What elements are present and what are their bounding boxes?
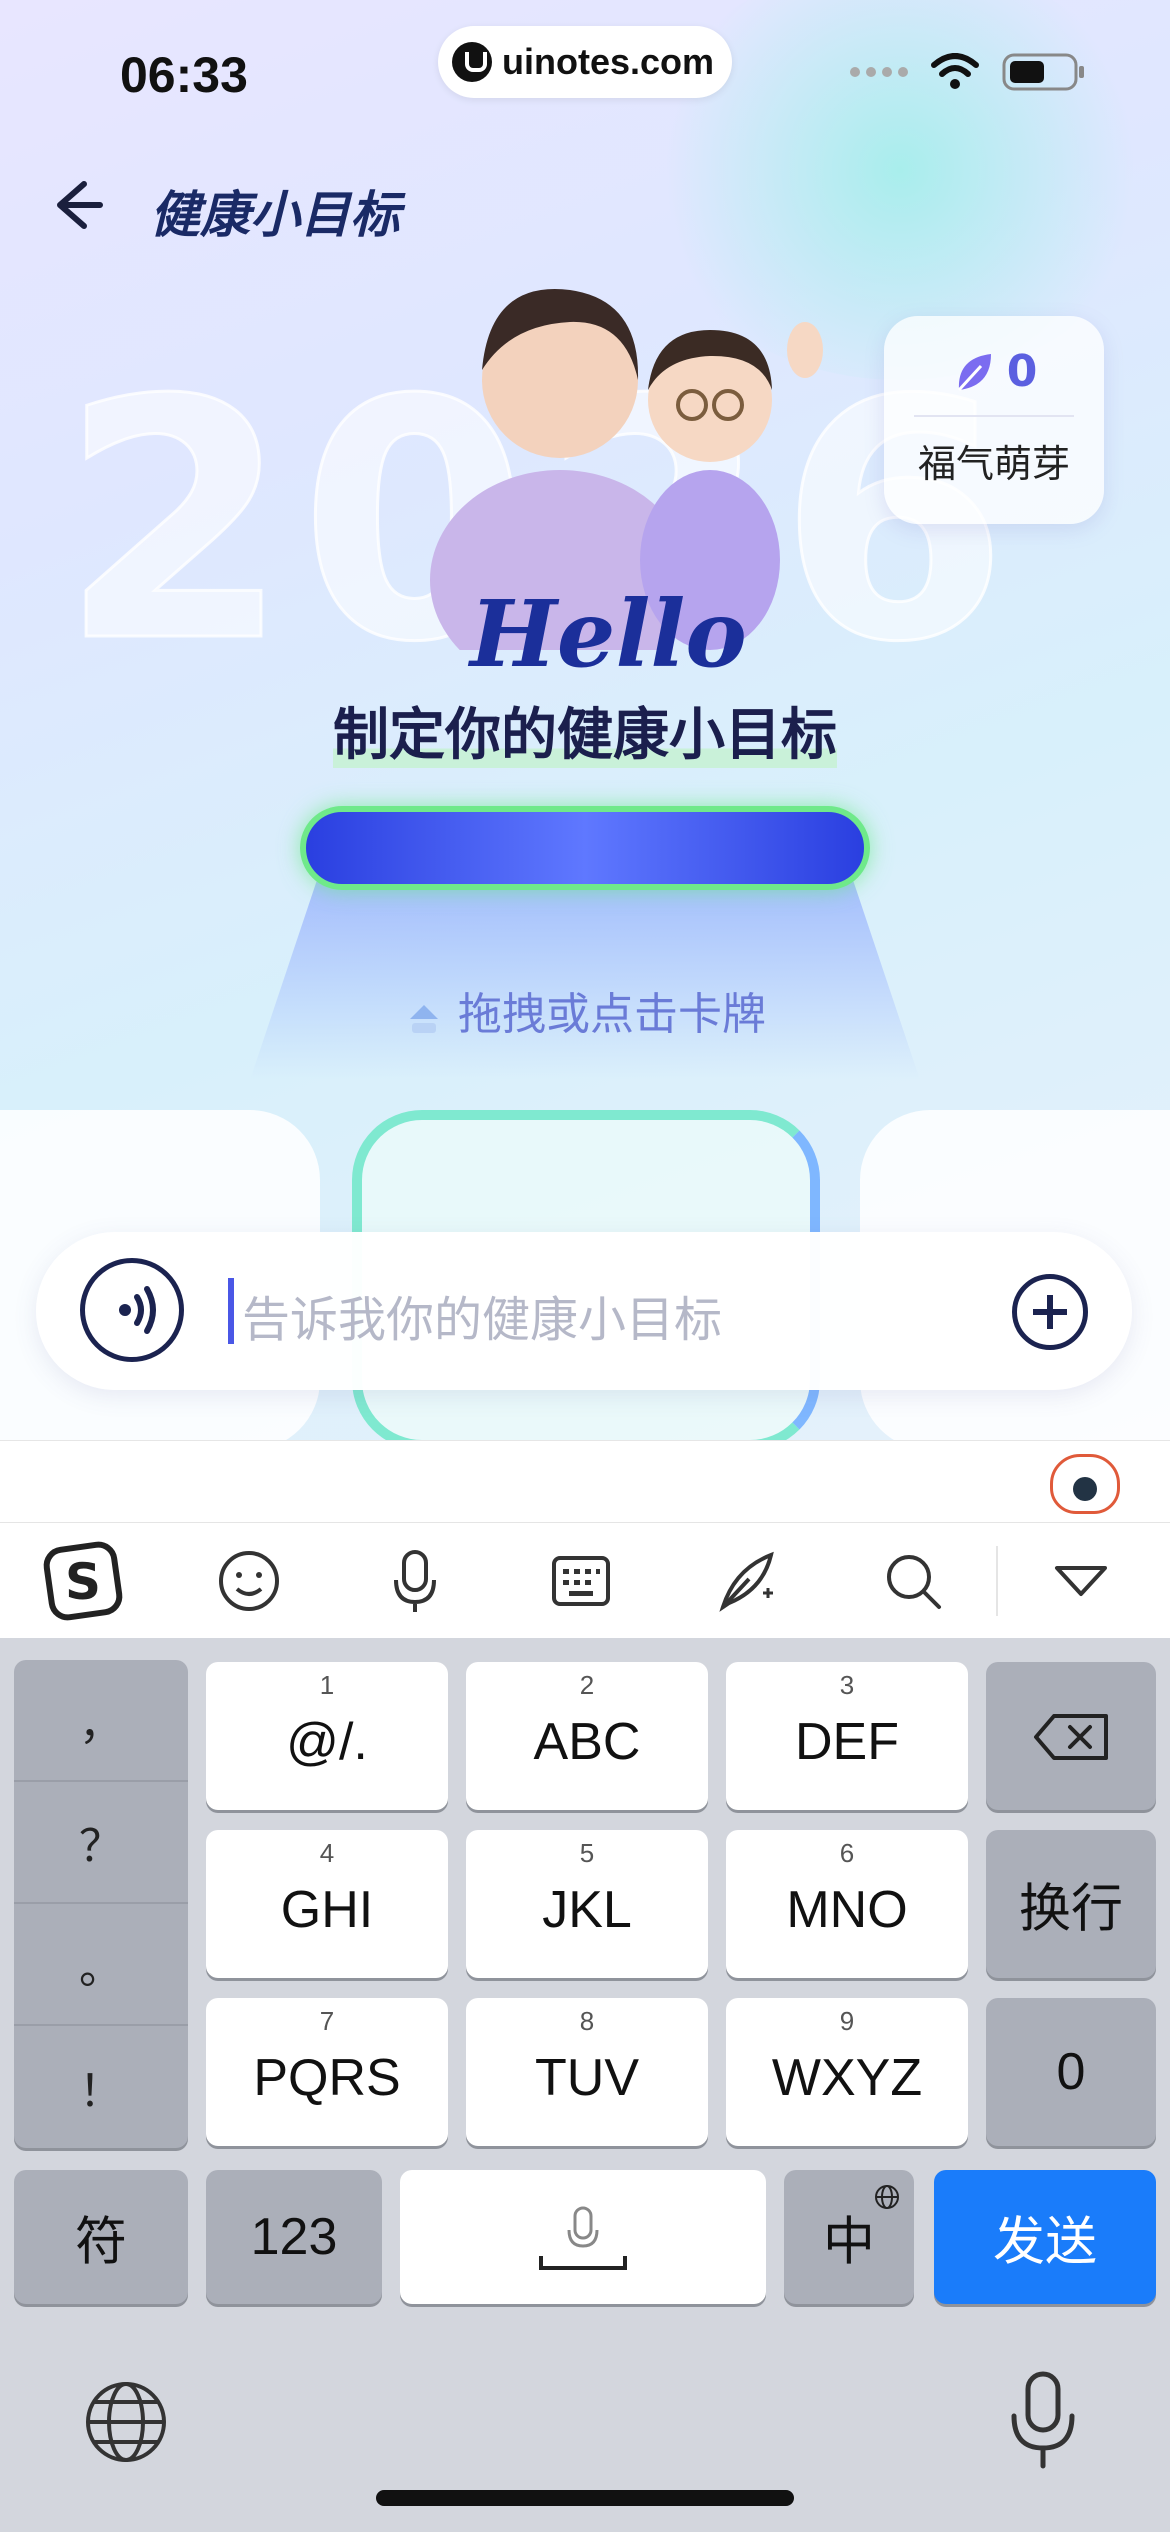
key-number: 1 [319,1670,335,1700]
globe-icon[interactable] [84,2380,168,2464]
fortune-count: 0 [1006,346,1038,397]
send-label: 发送 [992,2213,1097,2272]
hero-subtitle-text: 制定你的健康小目标 [333,703,837,768]
signal-icon [850,67,908,77]
key-number: 7 [319,2006,335,2036]
key-label: WXYZ [771,2049,923,2107]
home-indicator[interactable] [376,2490,794,2506]
key-0[interactable]: 0 [986,1998,1156,2146]
key-number: 3 [839,1670,855,1700]
key-4[interactable]: 4 GHI [206,1830,448,1978]
drag-up-icon [410,1005,438,1033]
url-text: uinotes.com [502,41,715,82]
symbols-key[interactable]: 符 [14,2170,188,2304]
battery-icon [1002,53,1084,91]
newline-key[interactable]: 换行 [986,1830,1156,1978]
space-key[interactable] [400,2170,766,2304]
drag-hint-text: 拖拽或点击卡牌 [458,989,766,1040]
key-label: PQRS [253,2049,401,2107]
key-6[interactable]: 6 MNO [726,1830,968,1978]
fortune-sprout-card[interactable]: 0 福气萌芽 [884,316,1104,524]
key-3[interactable]: 3 DEF [726,1662,968,1810]
back-arrow-icon[interactable] [40,170,110,240]
punct-key-question[interactable]: ？ [14,1782,188,1904]
collapse-keyboard-icon[interactable] [998,1523,1164,1639]
keyboard-icon[interactable] [498,1523,664,1639]
key-1[interactable]: 1 @/. [206,1662,448,1810]
wifi-icon [931,53,979,89]
newline-label: 换行 [1018,1880,1123,1939]
key-label: TUV [535,2049,639,2107]
hero-subtitle: 制定你的健康小目标 [0,690,1170,771]
key-9[interactable]: 9 WXYZ [726,1998,968,2146]
key-number: 8 [579,2006,595,2036]
sogou-logo-icon[interactable]: S [0,1523,166,1639]
fortune-divider [914,415,1074,417]
key-number: 9 [839,2006,855,2036]
sound-wave-icon [119,1286,156,1334]
numbers-key[interactable]: 123 [206,2170,382,2304]
key-label: @/. [286,1713,368,1771]
space-mic-icon [539,2206,627,2270]
key-5[interactable]: 5 JKL [466,1830,708,1978]
site-logo-icon [452,42,492,82]
key-label: GHI [280,1881,374,1939]
punct-key-exclaim[interactable]: ！ [14,2026,188,2148]
backspace-icon [1034,1714,1108,1760]
voice-input-button[interactable] [80,1258,184,1362]
key-number: 6 [839,1838,855,1868]
key-label: 0 [1056,2043,1086,2101]
assistant-bot-icon[interactable] [1050,1454,1120,1514]
emoji-icon[interactable] [166,1523,332,1639]
status-time: 06:33 [120,47,248,103]
key-number: 5 [579,1838,595,1868]
url-pill: uinotes.com [438,26,732,98]
punctuation-column: ， ？ 。 ！ [14,1660,188,2148]
search-icon[interactable] [830,1523,996,1639]
handwriting-icon[interactable] [664,1523,830,1639]
keyboard-suggestion-bar [0,1440,1170,1522]
key-label: ABC [533,1713,641,1771]
add-button[interactable] [1012,1274,1088,1350]
keyboard-toolbar: S [0,1522,1170,1638]
keyboard: ， ？ 。 ！ 1 @/. 2 ABC 3 DEF 4 GHI 5 JKL 6 MNO 换行… [0,1638,1170,2532]
fortune-label: 福气萌芽 [917,442,1070,486]
chinese-mode-key[interactable]: 中 [784,2170,914,2304]
drag-hint: 拖拽或点击卡牌 [0,978,1170,1042]
goal-input-field[interactable]: 告诉我你的健康小目标 [242,1280,722,1350]
leaf-icon [957,353,991,391]
key-number: 4 [319,1838,335,1868]
card-drop-slot[interactable] [300,806,870,890]
dictation-mic-icon[interactable] [1006,2370,1080,2470]
app-screen: 2026 06:33 uinotes.com 健康小目标 Hel [0,0,1170,1440]
goal-input-bar: 告诉我你的健康小目标 [36,1232,1132,1390]
backspace-key[interactable] [986,1662,1156,1810]
globe-small-icon [875,2185,899,2209]
punct-key-period[interactable]: 。 [14,1904,188,2026]
key-7[interactable]: 7 PQRS [206,1998,448,2146]
key-number: 2 [579,1670,595,1700]
key-label: DEF [795,1713,899,1771]
page-title: 健康小目标 [150,186,400,244]
key-2[interactable]: 2 ABC [466,1662,708,1810]
key-label: JKL [542,1881,632,1939]
send-key[interactable]: 发送 [934,2170,1156,2304]
punct-key-comma[interactable]: ， [14,1660,188,1782]
mic-icon[interactable] [332,1523,498,1639]
symbols-label: 符 [74,2213,127,2272]
hello-heading: Hello [470,580,747,688]
fortune-count-row: 0 [884,346,1104,397]
svg-text:S: S [65,1553,101,1611]
key-label: MNO [786,1881,908,1939]
status-icons [850,52,1086,92]
chinese-label: 中 [822,2213,875,2272]
numbers-label: 123 [250,2208,338,2266]
key-8[interactable]: 8 TUV [466,1998,708,2146]
text-caret [228,1278,234,1344]
